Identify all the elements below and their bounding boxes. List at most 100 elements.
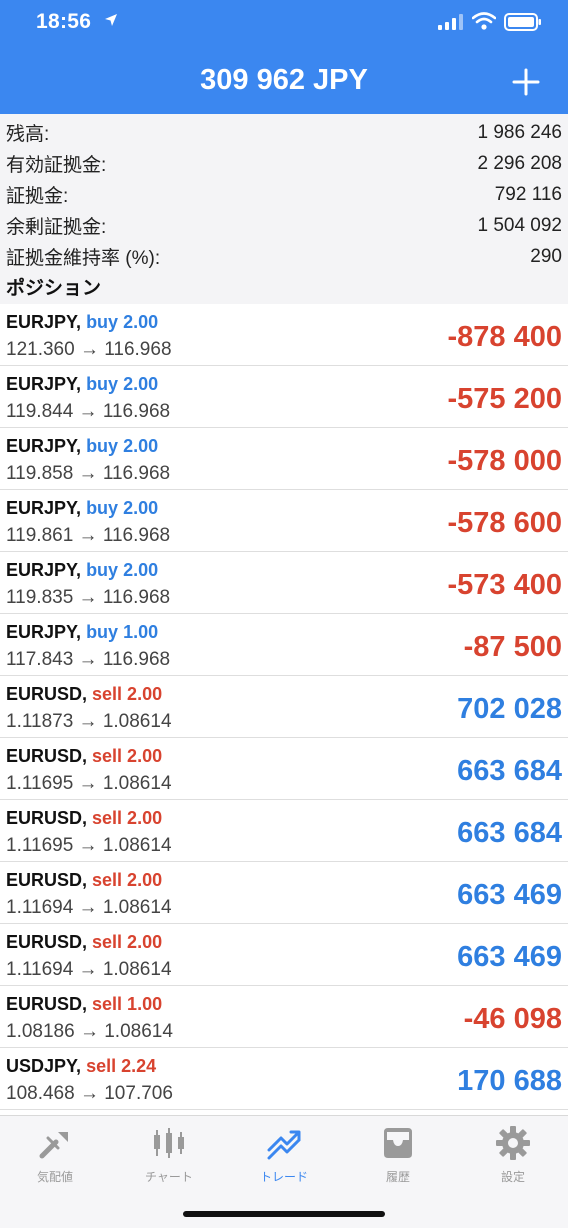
chart-icon xyxy=(154,1128,184,1158)
position-symbol: EURUSD, xyxy=(6,994,88,1014)
position-symbol-line: EURJPY, buy 1.00 xyxy=(6,622,158,643)
location-arrow-icon xyxy=(105,14,117,26)
tab-chart[interactable]: チャート xyxy=(124,1124,214,1190)
position-row[interactable]: EURJPY, buy 1.00 117.843 → 116.968 -87 5… xyxy=(0,614,568,676)
position-symbol-line: EURUSD, sell 2.00 xyxy=(6,746,162,767)
position-prices: 119.835 → 116.968 xyxy=(6,587,171,608)
summary-label: 残高: xyxy=(6,124,50,145)
position-profit: -87 500 xyxy=(463,631,562,663)
tab-label: トレード xyxy=(259,1170,308,1184)
home-indicator xyxy=(183,1211,385,1217)
position-symbol: EURJPY, xyxy=(6,622,82,642)
position-side: sell 2.00 xyxy=(92,932,163,952)
add-order-button[interactable] xyxy=(508,64,544,100)
history-icon xyxy=(384,1128,412,1158)
position-symbol-line: EURUSD, sell 1.00 xyxy=(6,994,162,1015)
position-row[interactable]: EURJPY, buy 2.00 119.861 → 116.968 -578 … xyxy=(0,490,568,552)
position-prices: 108.468 → 107.706 xyxy=(6,1083,173,1104)
position-row[interactable]: EURUSD, sell 2.00 1.11695 → 1.08614 663 … xyxy=(0,738,568,800)
position-row[interactable]: EURJPY, buy 2.00 119.858 → 116.968 -578 … xyxy=(0,428,568,490)
position-symbol: EURJPY, xyxy=(6,560,82,580)
position-profit: 663 469 xyxy=(457,879,562,911)
summary-label: 証拠金: xyxy=(6,186,69,207)
position-side: buy 2.00 xyxy=(86,374,159,394)
position-symbol: EURJPY, xyxy=(6,436,82,456)
summary-label: 余剰証拠金: xyxy=(6,217,107,238)
battery-icon xyxy=(504,13,541,31)
position-side: sell 2.00 xyxy=(92,746,163,766)
position-prices: 1.11695 → 1.08614 xyxy=(6,773,172,794)
summary-value: 1 504 092 xyxy=(477,214,562,236)
account-summary: 残高: 1 986 246 有効証拠金: 2 296 208 証拠金: 792 … xyxy=(0,114,568,274)
position-row[interactable]: EURJPY, buy 2.00 119.844 → 116.968 -575 … xyxy=(0,366,568,428)
tab-trade[interactable]: トレード xyxy=(239,1124,329,1190)
position-prices: 1.11694 → 1.08614 xyxy=(6,897,172,918)
position-side: buy 2.00 xyxy=(86,498,159,518)
position-profit: -46 098 xyxy=(463,1003,562,1035)
summary-label: 証拠金維持率 (%): xyxy=(6,248,161,269)
position-profit: 663 684 xyxy=(457,817,562,849)
position-symbol-line: EURJPY, buy 2.00 xyxy=(6,560,158,581)
position-symbol-line: USDJPY, sell 2.24 xyxy=(6,1056,156,1077)
position-symbol-line: EURUSD, sell 2.00 xyxy=(6,684,162,705)
position-symbol: EURJPY, xyxy=(6,498,82,518)
summary-value: 2 296 208 xyxy=(477,152,562,174)
tab-quotes[interactable]: 気配値 xyxy=(10,1124,100,1190)
summary-row-equity: 有効証拠金: 2 296 208 xyxy=(0,148,568,179)
positions-list: EURJPY, buy 2.00 121.360 → 116.968 -878 … xyxy=(0,304,568,1110)
position-profit: 663 469 xyxy=(457,941,562,973)
position-profit: -573 400 xyxy=(447,569,563,601)
position-side: sell 2.00 xyxy=(92,684,163,704)
cellular-signal-icon xyxy=(438,14,463,30)
balance-title: 309 962 JPY xyxy=(200,64,368,96)
position-symbol: EURUSD, xyxy=(6,746,88,766)
position-symbol-line: EURJPY, buy 2.00 xyxy=(6,374,158,395)
tab-label: チャート xyxy=(145,1170,193,1184)
position-symbol-line: EURJPY, buy 2.00 xyxy=(6,498,158,519)
position-row[interactable]: USDJPY, sell 2.24 108.468 → 107.706 170 … xyxy=(0,1048,568,1110)
position-prices: 1.11694 → 1.08614 xyxy=(6,959,172,980)
position-profit: 170 688 xyxy=(457,1065,562,1097)
summary-row-margin-level: 証拠金維持率 (%): 290 xyxy=(0,241,568,272)
position-profit: -878 400 xyxy=(447,321,563,353)
trade-icon xyxy=(267,1130,301,1160)
position-row[interactable]: EURUSD, sell 2.00 1.11695 → 1.08614 663 … xyxy=(0,800,568,862)
position-symbol-line: EURUSD, sell 2.00 xyxy=(6,932,162,953)
position-row[interactable]: EURUSD, sell 2.00 1.11873 → 1.08614 702 … xyxy=(0,676,568,738)
status-bar: 18:56 xyxy=(0,0,568,44)
position-symbol-line: EURUSD, sell 2.00 xyxy=(6,808,162,829)
position-side: sell 2.24 xyxy=(86,1056,157,1076)
position-profit: -578 000 xyxy=(447,445,563,477)
position-prices: 1.11695 → 1.08614 xyxy=(6,835,172,856)
position-row[interactable]: EURUSD, sell 2.00 1.11694 → 1.08614 663 … xyxy=(0,924,568,986)
position-profit: -575 200 xyxy=(447,383,563,415)
position-row[interactable]: EURUSD, sell 2.00 1.11694 → 1.08614 663 … xyxy=(0,862,568,924)
position-prices: 1.08186 → 1.08614 xyxy=(6,1021,173,1042)
status-time: 18:56 xyxy=(36,10,92,33)
positions-section-header: ポジション xyxy=(0,274,568,304)
tab-history[interactable]: 履歴 xyxy=(353,1124,443,1190)
position-prices: 119.861 → 116.968 xyxy=(6,525,171,546)
position-symbol: EURUSD, xyxy=(6,932,88,952)
summary-label: 有効証拠金: xyxy=(6,155,107,176)
position-symbol: EURUSD, xyxy=(6,684,88,704)
position-row[interactable]: EURUSD, sell 1.00 1.08186 → 1.08614 -46 … xyxy=(0,986,568,1048)
position-side: buy 2.00 xyxy=(86,312,159,332)
position-symbol: EURJPY, xyxy=(6,312,82,332)
position-row[interactable]: EURJPY, buy 2.00 119.835 → 116.968 -573 … xyxy=(0,552,568,614)
settings-icon xyxy=(496,1126,530,1160)
position-row[interactable]: EURJPY, buy 2.00 121.360 → 116.968 -878 … xyxy=(0,304,568,366)
position-side: buy 2.00 xyxy=(86,560,159,580)
summary-row-free-margin: 余剰証拠金: 1 504 092 xyxy=(0,210,568,241)
summary-value: 1 986 246 xyxy=(477,121,562,143)
position-side: sell 1.00 xyxy=(92,994,163,1014)
position-prices: 121.360 → 116.968 xyxy=(6,339,172,360)
position-symbol-line: EURJPY, buy 2.00 xyxy=(6,312,158,333)
position-symbol-line: EURJPY, buy 2.00 xyxy=(6,436,158,457)
position-profit: 702 028 xyxy=(457,693,562,725)
tab-settings[interactable]: 設定 xyxy=(468,1124,558,1190)
summary-row-balance: 残高: 1 986 246 xyxy=(0,117,568,148)
position-symbol-line: EURUSD, sell 2.00 xyxy=(6,870,162,891)
position-prices: 1.11873 → 1.08614 xyxy=(6,711,172,732)
position-symbol: USDJPY, xyxy=(6,1056,82,1076)
